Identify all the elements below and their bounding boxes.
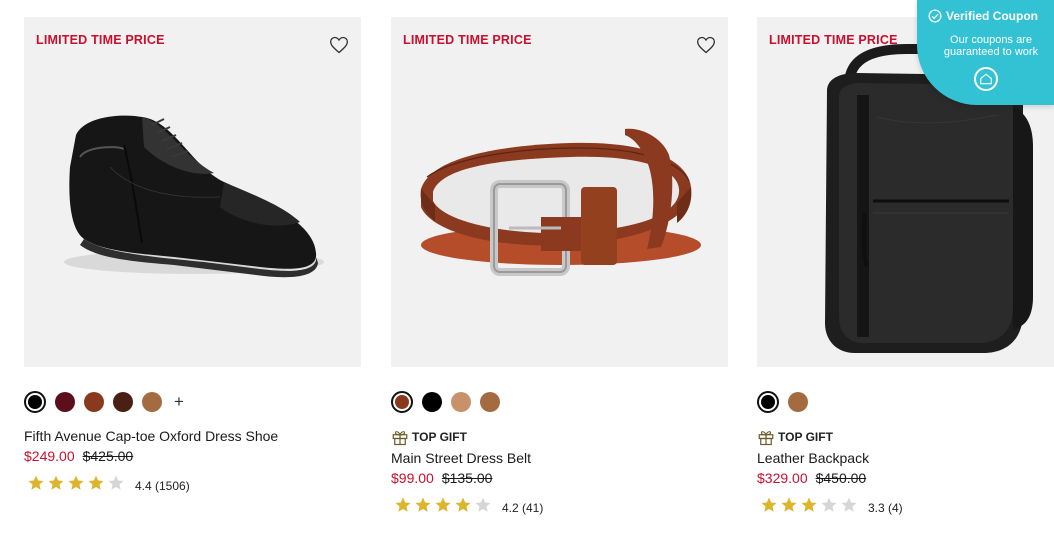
star-icon [435,497,451,512]
sale-price: $329.00 [757,470,808,486]
color-swatch[interactable] [422,392,442,412]
product-grid: LIMITED TIME PRICE + Fifth Avenue Cap-to… [0,0,1054,536]
star-icon [108,475,124,490]
color-swatch[interactable] [391,391,413,413]
color-swatch[interactable] [480,392,500,412]
more-colors-button[interactable]: + [174,392,184,412]
star-icon [841,497,857,512]
verified-coupon-widget[interactable]: Verified Coupon Our coupons are guarante… [917,0,1054,105]
coupon-title: Verified Coupon [928,9,1038,23]
original-price: $425.00 [82,448,134,464]
coupon-title-text: Verified Coupon [946,9,1039,23]
product-card[interactable]: LIMITED TIME PRICE TOP GIFT Main Street … [391,17,728,515]
promo-label: LIMITED TIME PRICE [403,33,532,47]
star-icon [48,475,64,490]
rating-count: 4.4 (1506) [135,478,190,493]
product-prices: $249.00 $425.00 [24,448,133,464]
star-icon [801,497,817,512]
stars [393,496,493,519]
star-rating[interactable]: 4.2 (41) [393,496,543,519]
badge-label: TOP GIFT [412,430,467,444]
color-swatches: + [24,390,184,414]
home-icon [980,73,992,85]
color-swatch[interactable] [757,391,779,413]
heart-icon[interactable] [696,35,716,55]
color-swatch[interactable] [113,392,133,412]
star-rating[interactable]: 3.3 (4) [759,496,903,519]
star-icon [781,497,797,512]
gift-icon [758,431,774,446]
star-icon [88,475,104,490]
product-name[interactable]: Leather Backpack [757,450,869,466]
product-image[interactable] [24,17,361,367]
top-gift-badge: TOP GIFT [391,428,467,446]
color-swatches [757,390,808,414]
product-card[interactable]: LIMITED TIME PRICE + Fifth Avenue Cap-to… [24,17,361,493]
heart-icon[interactable] [329,35,349,55]
color-swatch[interactable] [451,392,471,412]
color-swatch[interactable] [142,392,162,412]
color-swatch[interactable] [84,392,104,412]
star-icon [455,497,471,512]
rating-count: 4.2 (41) [502,500,544,515]
badge-label: TOP GIFT [778,430,833,444]
color-swatches [391,390,500,414]
original-price: $135.00 [441,470,493,486]
product-image[interactable] [391,17,728,367]
star-icon [415,497,431,512]
rating-count: 3.3 (4) [868,500,903,515]
product-image-box[interactable]: LIMITED TIME PRICE [391,17,728,367]
product-image-box[interactable]: LIMITED TIME PRICE [24,17,361,367]
sale-price: $99.00 [391,470,434,486]
color-swatch[interactable] [55,392,75,412]
check-circle-icon [928,9,942,23]
sale-price: $249.00 [24,448,75,464]
star-icon [821,497,837,512]
star-icon [761,497,777,512]
color-swatch[interactable] [24,391,46,413]
gift-icon [392,431,408,446]
star-icon [475,497,491,512]
product-prices: $99.00 $135.00 [391,470,492,486]
star-icon [395,497,411,512]
top-gift-badge: TOP GIFT [757,428,833,446]
stars [26,474,126,497]
star-icon [28,475,44,490]
coupon-open-button[interactable] [974,67,998,91]
product-prices: $329.00 $450.00 [757,470,866,486]
product-name[interactable]: Main Street Dress Belt [391,450,531,466]
promo-label: LIMITED TIME PRICE [36,33,165,47]
stars [759,496,859,519]
promo-label: LIMITED TIME PRICE [769,33,898,47]
star-rating[interactable]: 4.4 (1506) [26,474,190,497]
original-price: $450.00 [815,470,867,486]
star-icon [68,475,84,490]
product-name[interactable]: Fifth Avenue Cap-toe Oxford Dress Shoe [24,428,278,444]
coupon-subtitle: Our coupons are guaranteed to work [943,34,1039,58]
color-swatch[interactable] [788,392,808,412]
